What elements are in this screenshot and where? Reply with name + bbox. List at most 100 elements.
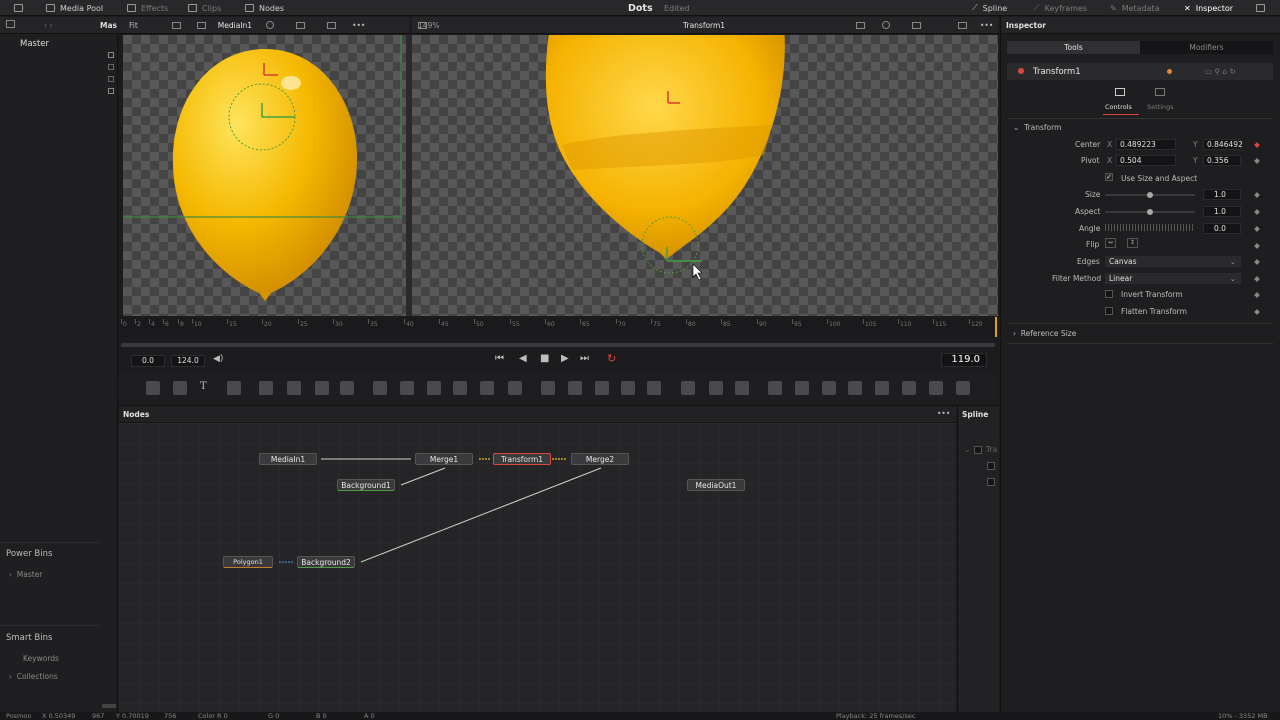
fullscreen-icon[interactable]	[1256, 0, 1265, 16]
more-options-icon[interactable]: •••	[352, 21, 365, 30]
effect-tool-icon[interactable]	[568, 381, 582, 395]
playhead[interactable]	[995, 317, 997, 337]
aspect-field[interactable]: 1.0	[1203, 206, 1241, 217]
render-end-field[interactable]: 124.0	[171, 355, 205, 367]
step-back-button[interactable]: ◀	[519, 353, 527, 364]
center-keyframe-icon[interactable]	[1254, 142, 1260, 148]
invert-transform-checkbox[interactable]	[1105, 290, 1113, 298]
media-pool-button[interactable]: Media Pool	[46, 0, 103, 16]
effect-tool-icon[interactable]	[956, 381, 970, 395]
effect-tool-icon[interactable]	[848, 381, 862, 395]
spline-checkbox-3[interactable]	[987, 478, 995, 486]
center-y-field[interactable]: 0.846492	[1203, 139, 1243, 150]
fit-dropdown[interactable]: Fit	[129, 21, 138, 30]
aspect-slider[interactable]	[1105, 209, 1195, 215]
node-mediaout1[interactable]: MediaOut1	[687, 479, 745, 491]
node-background2[interactable]: Background2	[297, 556, 355, 568]
effect-tool-icon[interactable]	[681, 381, 695, 395]
effect-tool-icon[interactable]	[647, 381, 661, 395]
angle-keyframe-icon[interactable]	[1254, 226, 1260, 232]
nav-arrows[interactable]: ‹ ›	[44, 21, 52, 30]
angle-wheel[interactable]	[1105, 224, 1195, 231]
node-background1[interactable]: Background1	[337, 479, 395, 491]
spline-checkbox[interactable]	[974, 446, 982, 454]
node-merge2[interactable]: Merge2	[571, 453, 629, 465]
effect-tool-icon[interactable]	[735, 381, 749, 395]
right-more-options-icon[interactable]: •••	[980, 21, 993, 30]
right-viewer-roi-icon[interactable]	[958, 21, 967, 29]
invert-keyframe-icon[interactable]	[1254, 292, 1260, 298]
effect-tool-icon[interactable]	[259, 381, 273, 395]
stop-button[interactable]: ■	[540, 353, 549, 364]
edges-dropdown[interactable]: Canvas ⌄	[1105, 256, 1241, 267]
effect-tool-icon[interactable]	[508, 381, 522, 395]
right-viewer-color-icon[interactable]	[882, 21, 890, 29]
smart-bin-collections[interactable]: › Collections	[9, 672, 58, 681]
effect-tool-icon[interactable]	[453, 381, 467, 395]
effects-button[interactable]: Effects	[127, 0, 168, 16]
right-viewer[interactable]	[412, 35, 998, 316]
filter-method-dropdown[interactable]: Linear ⌄	[1105, 273, 1241, 284]
aspect-keyframe-icon[interactable]	[1254, 209, 1260, 215]
roi-icon[interactable]	[327, 21, 337, 29]
flatten-transform-checkbox[interactable]	[1105, 307, 1113, 315]
effect-tool-icon[interactable]	[340, 381, 354, 395]
transform-section[interactable]: ⌄ Transform	[1013, 123, 1061, 132]
aspect-slider-knob[interactable]	[1147, 209, 1153, 215]
go-to-start-button[interactable]: ⏮	[495, 353, 504, 364]
loop-icon[interactable]: ↻	[607, 352, 616, 365]
spline-expand-icon[interactable]: ⌄	[964, 445, 970, 454]
effect-tool-icon[interactable]	[929, 381, 943, 395]
node-polygon1[interactable]: Polygon1	[223, 556, 273, 568]
render-start-field[interactable]: 0.0	[131, 355, 165, 367]
zoom-level[interactable]: 149%	[418, 21, 439, 30]
current-frame-field[interactable]: 119.0	[941, 353, 987, 367]
size-keyframe-icon[interactable]	[1254, 192, 1260, 198]
effect-tool-icon[interactable]	[400, 381, 414, 395]
tool-header-icons[interactable]: ▭ ⚲ ⌂ ↻	[1205, 67, 1236, 76]
viewer-layout-icon[interactable]	[196, 21, 206, 29]
spline-checkbox-2[interactable]	[987, 462, 995, 470]
size-slider[interactable]	[1105, 192, 1195, 198]
effect-tool-icon[interactable]	[227, 381, 241, 395]
effect-tool-icon[interactable]	[709, 381, 723, 395]
viewer-option-icon[interactable]	[171, 21, 181, 29]
spline-button[interactable]: ⟋ Spline	[972, 0, 1007, 16]
effect-tool-icon[interactable]	[822, 381, 836, 395]
monitor-icon[interactable]	[14, 0, 23, 16]
size-slider-knob[interactable]	[1147, 192, 1153, 198]
keyframes-button[interactable]: ⟋ Keyframes	[1034, 0, 1087, 16]
color-icon[interactable]	[266, 21, 275, 29]
tool-active-dot[interactable]	[1018, 68, 1024, 74]
smart-bin-keywords[interactable]: Keywords	[23, 654, 59, 663]
grid-view-icon[interactable]	[6, 20, 15, 28]
flip-keyframe-icon[interactable]	[1254, 243, 1260, 249]
sidebar-scrollbar[interactable]	[102, 704, 116, 708]
audio-icon[interactable]: ◀)	[213, 354, 223, 364]
effect-tool-icon[interactable]	[287, 381, 301, 395]
tool-color-dot[interactable]	[1167, 69, 1172, 74]
flatten-keyframe-icon[interactable]	[1254, 309, 1260, 315]
center-x-field[interactable]: 0.489223	[1116, 139, 1176, 150]
node-merge1[interactable]: Merge1	[415, 453, 473, 465]
spline-panel[interactable]: Spline ⌄ Tra	[957, 405, 999, 712]
tab-modifiers[interactable]: Modifiers	[1140, 41, 1273, 54]
left-viewer-clip[interactable]: MediaIn1	[218, 21, 252, 30]
inspector-button[interactable]: ✕ Inspector	[1184, 0, 1233, 16]
effect-tool-icon[interactable]	[768, 381, 782, 395]
effect-tool-icon[interactable]	[427, 381, 441, 395]
effect-tool-icon[interactable]	[373, 381, 387, 395]
pivot-y-field[interactable]: 0.356	[1203, 155, 1241, 166]
effect-tool-icon[interactable]	[541, 381, 555, 395]
size-field[interactable]: 1.0	[1203, 189, 1241, 200]
metadata-button[interactable]: ✎ Metadata	[1110, 0, 1160, 16]
timeline-scrollbar[interactable]	[121, 343, 995, 347]
effect-tool-icon[interactable]	[146, 381, 160, 395]
clips-button[interactable]: Clips	[188, 0, 221, 16]
reference-size-section[interactable]: › Reference Size	[1013, 329, 1076, 338]
effect-tool-icon[interactable]	[621, 381, 635, 395]
edges-keyframe-icon[interactable]	[1254, 259, 1260, 265]
flip-vertical-icon[interactable]: ↕	[1127, 238, 1138, 248]
effect-tool-icon[interactable]	[595, 381, 609, 395]
node-mediain1[interactable]: MediaIn1	[259, 453, 317, 465]
